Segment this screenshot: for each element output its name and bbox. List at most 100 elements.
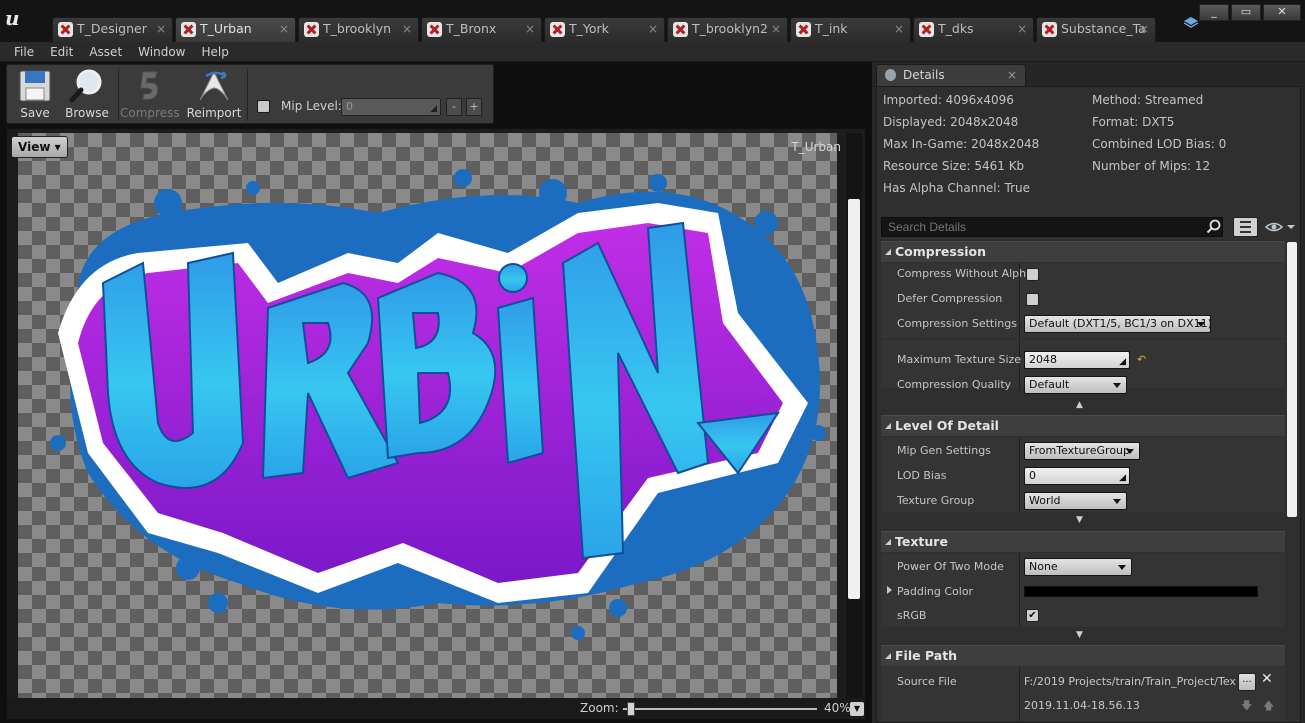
browse-label: Browse <box>65 106 109 120</box>
toolbar-divider <box>118 69 119 121</box>
property-matrix-button[interactable] <box>1233 217 1258 237</box>
scrollbar-thumb[interactable] <box>848 199 860 599</box>
move-up-icon[interactable]: 🡅 <box>1263 697 1274 716</box>
close-icon[interactable]: × <box>648 18 658 40</box>
expand-advanced-icon[interactable]: ▼ <box>1076 630 1083 640</box>
info-icon <box>885 69 896 81</box>
maximize-button[interactable]: ▭ <box>1231 4 1261 21</box>
document-tab-t-designer[interactable]: T_Designer × <box>52 17 173 42</box>
content-browser-icon[interactable] <box>1183 16 1199 30</box>
close-icon[interactable]: × <box>402 18 412 40</box>
resize-grip-icon: ◢ <box>1119 473 1126 483</box>
category-texture[interactable]: Texture <box>881 531 1285 552</box>
document-tab-t-dks[interactable]: T_dks × <box>913 17 1034 42</box>
texture-asset-icon <box>673 22 688 37</box>
close-icon[interactable]: × <box>156 18 166 40</box>
view-options-button[interactable]: View ▾ <box>11 136 68 158</box>
mip-level-checkbox[interactable] <box>257 100 270 113</box>
mip-gen-settings-label: Mip Gen Settings <box>897 444 991 457</box>
category-file-path[interactable]: File Path <box>881 645 1285 666</box>
details-scrollbar-thumb[interactable] <box>1287 242 1297 517</box>
zoom-slider-track[interactable] <box>623 708 817 710</box>
document-tab-t-brooklyn2[interactable]: T_brooklyn2 × <box>667 17 788 42</box>
menu-window[interactable]: Window <box>130 42 193 61</box>
info-resource-size: Resource Size: 5461 Kb <box>883 159 1025 173</box>
reset-to-default-icon[interactable]: ↶ <box>1137 353 1146 366</box>
document-tab-substance-ta[interactable]: Substance_Ta × <box>1036 17 1156 42</box>
window-controls: _ ▭ ✕ <box>1199 4 1301 21</box>
compress-button[interactable]: Compress <box>120 68 180 122</box>
power-of-two-dropdown[interactable]: None <box>1024 558 1132 576</box>
max-texture-size-input[interactable]: 2048 ◢ <box>1024 351 1130 369</box>
lod-bias-label: LOD Bias <box>897 469 947 482</box>
close-icon[interactable]: × <box>771 18 781 40</box>
details-search-row <box>881 217 1298 239</box>
menu-file[interactable]: File <box>6 42 42 61</box>
mip-level-input[interactable]: 0 ◢ <box>341 98 441 116</box>
category-level-of-detail[interactable]: Level Of Detail <box>881 415 1285 436</box>
browse-button[interactable]: Browse <box>62 68 112 122</box>
close-icon[interactable]: × <box>1139 18 1149 40</box>
tab-label: T_Designer <box>77 21 147 36</box>
compression-settings-value: Default (DXT1/5, BC1/3 on DX11) <box>1029 317 1211 330</box>
menu-asset[interactable]: Asset <box>81 42 130 61</box>
details-body: Imported: 4096x4096 Displayed: 2048x2048… <box>876 86 1301 723</box>
defer-compression-checkbox[interactable] <box>1026 293 1039 306</box>
viewport-vertical-scrollbar[interactable] <box>846 133 862 698</box>
mip-increment-button[interactable]: + <box>466 98 482 116</box>
texture-group-value: World <box>1029 494 1061 507</box>
texture-preview-canvas[interactable] <box>18 133 837 698</box>
close-icon[interactable]: × <box>894 18 904 40</box>
clear-source-icon[interactable]: ✕ <box>1261 671 1273 687</box>
mip-gen-settings-dropdown[interactable]: FromTextureGroup <box>1024 442 1140 460</box>
texture-group-dropdown[interactable]: World <box>1024 492 1127 510</box>
collapse-advanced-icon[interactable]: ▲ <box>1076 400 1083 410</box>
info-method: Method: Streamed <box>1092 93 1204 107</box>
compression-quality-dropdown[interactable]: Default <box>1024 376 1127 394</box>
unreal-logo-icon: u <box>5 6 20 30</box>
compression-settings-dropdown[interactable]: Default (DXT1/5, BC1/3 on DX11) <box>1024 315 1211 333</box>
compression-quality-value: Default <box>1029 378 1070 391</box>
resize-grip-icon: ◢ <box>1119 357 1126 367</box>
srgb-checkbox[interactable]: ✔ <box>1026 609 1039 622</box>
category-compression[interactable]: Compression <box>881 241 1285 262</box>
document-tab-t-bronx[interactable]: T_Bronx × <box>421 17 542 42</box>
move-down-icon[interactable]: 🡇 <box>1241 697 1252 716</box>
document-tab-t-brooklyn[interactable]: T_brooklyn × <box>298 17 419 42</box>
texture-viewport[interactable]: View ▾ T_Urban Zoom: 40% ▼ <box>6 128 866 720</box>
menu-help[interactable]: Help <box>193 42 236 61</box>
document-tab-t-york[interactable]: T_York × <box>544 17 665 42</box>
close-window-button[interactable]: ✕ <box>1263 4 1301 21</box>
search-details-input[interactable] <box>881 217 1223 237</box>
zoom-slider-thumb[interactable] <box>626 702 635 716</box>
minimize-button[interactable]: _ <box>1199 4 1229 21</box>
texture-group-label: Texture Group <box>897 494 975 507</box>
browse-source-button[interactable]: ... <box>1238 673 1256 691</box>
eye-icon[interactable] <box>1263 217 1297 237</box>
expand-advanced-icon[interactable]: ▼ <box>1076 515 1083 525</box>
info-combined-lod: Combined LOD Bias: 0 <box>1092 137 1227 151</box>
magnifier-icon <box>69 69 102 103</box>
compress-without-alpha-checkbox[interactable] <box>1026 268 1039 281</box>
lod-bias-input[interactable]: 0 ◢ <box>1024 467 1130 485</box>
details-tab[interactable]: Details × <box>876 64 1026 86</box>
close-icon[interactable]: × <box>279 18 289 40</box>
close-icon[interactable]: × <box>1017 18 1027 40</box>
info-num-mips: Number of Mips: 12 <box>1092 159 1211 173</box>
reimport-label: Reimport <box>186 106 242 120</box>
reimport-button[interactable]: Reimport <box>185 68 243 122</box>
zoom-value: 40% <box>824 701 851 715</box>
texture-name-overlay: T_Urban <box>791 140 841 154</box>
expand-padding-color-icon[interactable] <box>887 586 892 594</box>
menu-edit[interactable]: Edit <box>42 42 81 61</box>
zoom-dropdown-button[interactable]: ▼ <box>850 702 864 716</box>
save-button[interactable]: Save <box>13 68 57 122</box>
defer-compression-label: Defer Compression <box>897 292 1003 305</box>
close-icon[interactable]: × <box>525 18 535 40</box>
close-icon[interactable]: × <box>1007 65 1017 85</box>
menu-bar: File Edit Asset Window Help <box>0 42 1305 62</box>
document-tab-t-urban[interactable]: T_Urban × <box>175 17 296 42</box>
document-tab-t-ink[interactable]: T_ink × <box>790 17 911 42</box>
padding-color-swatch[interactable] <box>1024 586 1258 597</box>
mip-decrement-button[interactable]: - <box>446 98 462 116</box>
